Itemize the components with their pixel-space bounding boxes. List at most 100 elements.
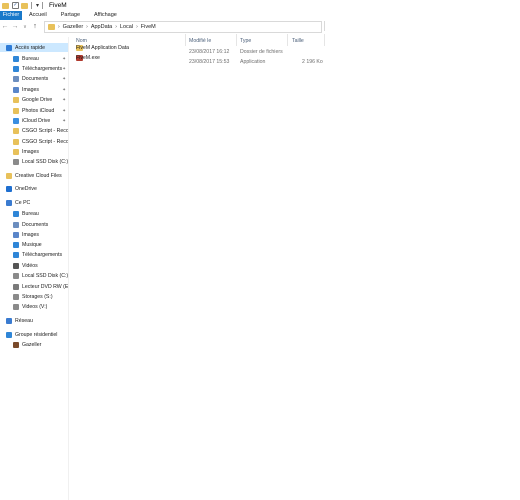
sidebar-item[interactable]: Videos (V:) (0, 302, 68, 311)
images-icon (13, 231, 19, 238)
sidebar-item-label: Local SSD Disk (C:) (22, 272, 68, 279)
download-icon (13, 251, 19, 258)
sidebar-item-label: Documents (22, 221, 49, 228)
drive-icon (13, 158, 19, 165)
sidebar-item[interactable]: Images (0, 147, 68, 156)
new-folder-icon[interactable] (21, 2, 28, 9)
sidebar-item[interactable]: Storages (S:) (0, 292, 68, 301)
tab-accueil[interactable]: Accueil (22, 11, 54, 20)
dvd-icon (13, 283, 19, 290)
back-arrow-icon[interactable]: ← (0, 23, 10, 30)
pin-icon[interactable]: ✦ (62, 66, 66, 72)
desktop-icon (13, 55, 19, 62)
chevron-right-icon[interactable]: › (58, 24, 60, 30)
breadcrumb-appdata[interactable]: AppData (91, 24, 112, 30)
sidebar-item-label: Téléchargements (22, 251, 63, 258)
pin-icon[interactable]: ✦ (62, 97, 66, 103)
sidebar-item[interactable]: Accès rapide (0, 43, 68, 52)
sidebar-item[interactable]: Téléchargements ✦ (0, 64, 68, 73)
sidebar-item[interactable]: Musique (0, 240, 68, 249)
file-row[interactable]: FiveM.exe 23/08/2017 15:53 Application 2 19… (70, 55, 520, 67)
images-icon (13, 86, 19, 93)
file-row[interactable]: FiveM Application Data 23/08/2017 16:12 Do… (70, 45, 520, 57)
pin-icon[interactable]: ✦ (62, 108, 66, 114)
sidebar-item[interactable]: Groupe résidentiel (0, 330, 68, 339)
sidebar-item-label: Groupe résidentiel (15, 331, 58, 338)
sidebar-item-label: OneDrive (15, 185, 37, 192)
file-name: FiveM.exe (76, 54, 100, 61)
file-type: Dossier de fichiers (240, 49, 283, 55)
file-name: FiveM Application Data (76, 44, 130, 51)
videos-icon (13, 262, 19, 269)
sidebar-item-label: Images (22, 148, 40, 155)
sidebar-item-label: Bureau (22, 210, 39, 217)
computer-icon (6, 199, 12, 206)
sidebar-item[interactable]: CSGO Script - Recor (0, 126, 68, 135)
sidebar-item[interactable]: Vidéos (0, 261, 68, 270)
column-header-size[interactable]: Taille (292, 36, 304, 46)
sidebar-item[interactable]: CSGO Script - Recor (0, 137, 68, 146)
breadcrumb-fivem[interactable]: FiveM (141, 24, 156, 30)
breadcrumb-local[interactable]: Local (120, 24, 133, 30)
sidebar-item-label: Google Drive (22, 96, 53, 103)
breadcrumb-gazeller[interactable]: Gazeller (63, 24, 83, 30)
file-modified: 23/08/2017 16:12 (189, 49, 230, 55)
chevron-right-icon[interactable]: › (86, 24, 88, 30)
search-box[interactable] (324, 21, 520, 31)
file-size: 2 196 Ko (302, 59, 323, 65)
sidebar-item[interactable]: Gazeller (0, 340, 68, 349)
sidebar-item[interactable]: Lecteur DVD RW (E: (0, 282, 68, 291)
sidebar-item[interactable]: Images (0, 230, 68, 239)
drive-icon (13, 272, 19, 279)
sidebar-item[interactable]: Documents (0, 220, 68, 229)
sidebar-item[interactable]: iCloud Drive ✦ (0, 116, 68, 125)
divider (31, 2, 32, 9)
address-bar[interactable]: › Gazeller › AppData › Local › FiveM (44, 21, 322, 33)
sidebar-item-label: Ce PC (15, 199, 31, 206)
forward-arrow-icon[interactable]: → (10, 23, 20, 30)
column-divider[interactable] (185, 34, 186, 46)
sidebar-item-label: Images (22, 86, 40, 93)
sidebar-item[interactable]: Creative Cloud Files (0, 171, 68, 180)
sidebar-item[interactable]: Local SSD Disk (C:) (0, 157, 68, 166)
pin-icon[interactable]: ✦ (62, 56, 66, 62)
pin-icon[interactable]: ✦ (62, 118, 66, 124)
sidebar-item[interactable]: Local SSD Disk (C:) (0, 271, 68, 280)
recent-locations-chevron-icon[interactable]: ∨ (20, 24, 30, 30)
sidebar-item[interactable]: Téléchargements (0, 250, 68, 259)
chevron-right-icon[interactable]: › (115, 24, 117, 30)
column-header-modified[interactable]: Modifié le (189, 36, 211, 46)
column-divider[interactable] (324, 34, 325, 46)
drive-icon (13, 303, 19, 310)
column-divider[interactable] (236, 34, 237, 46)
tab-fichier[interactable]: Fichier (0, 11, 22, 20)
chevron-right-icon[interactable]: › (136, 24, 138, 30)
tab-affichage[interactable]: Affichage (87, 11, 124, 20)
sidebar-item[interactable]: Google Drive ✦ (0, 95, 68, 104)
folder-icon (48, 24, 55, 30)
column-header-type[interactable]: Type (240, 36, 251, 46)
properties-icon[interactable]: ✓ (12, 2, 19, 9)
sidebar-item[interactable]: Bureau ✦ (0, 54, 68, 63)
file-type: Application (240, 59, 266, 65)
download-icon (13, 65, 19, 72)
file-list: Nom Modifié le Type Taille FiveM Applica… (70, 33, 520, 500)
quick-access-dropdown-icon[interactable]: ▾ (36, 2, 39, 9)
sidebar-item[interactable]: Ce PC (0, 198, 68, 207)
sidebar-item[interactable]: Réseau (0, 316, 68, 325)
sidebar-item[interactable]: Photos iCloud ✦ (0, 106, 68, 115)
sidebar-item[interactable]: Documents ✦ (0, 74, 68, 83)
documents-icon (13, 75, 19, 82)
pin-icon[interactable]: ✦ (62, 76, 66, 82)
sidebar-item-label: Storages (S:) (22, 293, 53, 300)
tab-partage[interactable]: Partage (54, 11, 87, 20)
sidebar-item[interactable]: Images ✦ (0, 85, 68, 94)
sidebar-item-label: Photos iCloud (22, 107, 55, 114)
sidebar-item-label: Gazeller (22, 341, 42, 348)
column-divider[interactable] (287, 34, 288, 46)
pin-icon[interactable]: ✦ (62, 87, 66, 93)
sidebar-item[interactable]: OneDrive (0, 184, 68, 193)
sidebar-item[interactable]: Bureau (0, 209, 68, 218)
up-arrow-icon[interactable]: ↑ (30, 23, 40, 30)
onedrive-icon (6, 185, 12, 192)
